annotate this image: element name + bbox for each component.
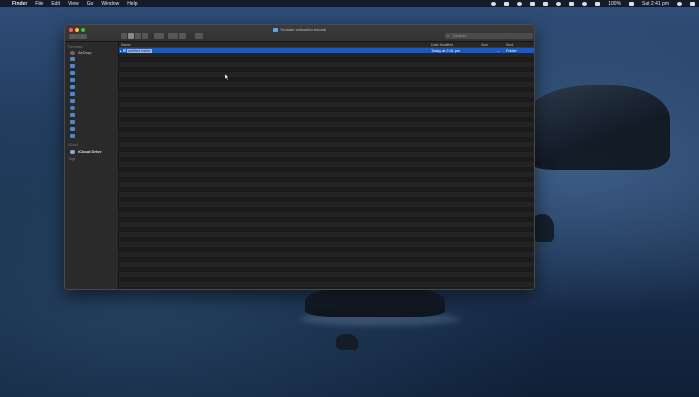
desktop-rock	[532, 214, 554, 242]
downloads-icon	[70, 106, 75, 110]
sidebar-item[interactable]	[70, 113, 75, 117]
column-kind[interactable]: Kind	[506, 43, 513, 47]
table-row[interactable]: ▸ untitled folder Today at 2:41 pm -- Fo…	[119, 48, 534, 53]
row-date: Today at 2:41 pm	[431, 48, 461, 53]
sidebar-item[interactable]	[70, 57, 75, 61]
sidebar-item[interactable]	[70, 134, 75, 138]
sidebar: Favorites AirDrop iCloud iCloud Drive Ta…	[65, 42, 119, 289]
forward-button[interactable]: ›	[78, 34, 87, 39]
sidebar-item-label: iCloud Drive	[78, 149, 102, 154]
list-view-button[interactable]	[128, 33, 134, 39]
menu-edit[interactable]: Edit	[51, 1, 60, 7]
folder-icon	[70, 134, 75, 138]
applications-icon	[70, 99, 75, 103]
sidebar-item[interactable]	[70, 127, 75, 131]
tags-group	[195, 33, 203, 39]
folder-icon	[70, 85, 75, 89]
menu-clock[interactable]: Sat 2:41 pm	[642, 1, 669, 7]
column-date-modified[interactable]: Date Modified	[431, 43, 453, 47]
control-center-icon[interactable]	[690, 1, 695, 6]
row-kind: Folder	[506, 48, 517, 53]
menu-go[interactable]: Go	[87, 1, 94, 7]
action-menu-button[interactable]	[168, 33, 178, 39]
sidebar-item[interactable]	[70, 78, 75, 82]
folder-icon	[70, 71, 75, 75]
back-button[interactable]: ‹	[69, 34, 78, 39]
column-size[interactable]: Size	[481, 43, 488, 47]
menu-view[interactable]: View	[68, 1, 79, 7]
window-title-text: Youtube videos/for tutorial	[279, 27, 327, 32]
view-mode-group	[121, 33, 148, 39]
icon-view-button[interactable]	[121, 33, 127, 39]
screen-time-icon[interactable]	[556, 1, 562, 6]
sidebar-item[interactable]	[70, 64, 75, 68]
status-app-icon[interactable]	[530, 1, 536, 6]
status-app-icon[interactable]	[517, 1, 523, 6]
folder-icon	[70, 127, 75, 131]
document-icon	[70, 92, 75, 96]
menu-window[interactable]: Window	[101, 1, 119, 7]
menu-bar: Finder File Edit View Go Window Help 100…	[0, 0, 699, 7]
disclosure-triangle-icon[interactable]: ▸	[120, 49, 122, 53]
file-list[interactable]: Name Date Modified Size Kind ▸ untitled …	[119, 42, 534, 289]
folder-icon	[70, 120, 75, 124]
sidebar-item-label: AirDrop	[78, 50, 92, 55]
folder-icon	[70, 57, 75, 61]
menu-app-name[interactable]: Finder	[12, 1, 27, 7]
filename-edit-field[interactable]: untitled folder	[127, 48, 152, 53]
airplay-icon[interactable]	[543, 1, 549, 6]
share-button[interactable]	[179, 33, 186, 39]
sidebar-item-airdrop[interactable]: AirDrop	[70, 50, 92, 55]
sidebar-item[interactable]	[70, 85, 75, 89]
status-app-icon[interactable]	[504, 1, 510, 6]
menu-help[interactable]: Help	[127, 1, 137, 7]
finder-window: Youtube videos/for tutorial ‹ › ⌕ Search…	[64, 24, 535, 290]
sidebar-item[interactable]	[70, 92, 75, 96]
sidebar-item[interactable]	[70, 106, 75, 110]
group-by-group	[154, 33, 164, 39]
battery-percent[interactable]: 100%	[608, 1, 621, 7]
status-app-icon[interactable]	[491, 1, 497, 6]
sidebar-icloud-header: iCloud	[68, 143, 78, 147]
gallery-view-button[interactable]	[142, 33, 148, 39]
column-view-button[interactable]	[135, 33, 141, 39]
sidebar-tags-header: Tags	[68, 157, 76, 161]
window-toolbar: Youtube videos/for tutorial ‹ › ⌕ Search	[65, 25, 534, 42]
wifi-icon[interactable]	[582, 1, 588, 6]
airdrop-icon	[70, 50, 75, 55]
search-icon: ⌕	[447, 33, 450, 38]
search-placeholder: Search	[453, 33, 466, 38]
sidebar-item-icloud-drive[interactable]: iCloud Drive	[70, 149, 102, 154]
column-name[interactable]: Name	[121, 43, 131, 47]
desktop-rock-small	[336, 334, 358, 350]
actions-group	[168, 33, 186, 39]
folder-icon	[272, 28, 278, 32]
folder-icon	[70, 113, 75, 117]
sidebar-favorites-header: Favorites	[68, 45, 83, 49]
folder-icon	[70, 64, 75, 68]
search-icon[interactable]	[677, 1, 682, 6]
menu-file[interactable]: File	[35, 1, 43, 7]
window-title: Youtube videos/for tutorial	[65, 27, 534, 32]
battery-icon[interactable]	[629, 1, 635, 6]
search-field[interactable]: ⌕ Search	[445, 33, 533, 39]
folder-icon	[70, 78, 75, 82]
desktop-island-rock	[520, 85, 670, 170]
sidebar-item[interactable]	[70, 99, 75, 103]
cloud-icon	[70, 149, 75, 154]
folder-icon	[122, 48, 126, 52]
volume-icon[interactable]	[595, 1, 601, 6]
tags-button[interactable]	[195, 33, 203, 39]
display-icon[interactable]	[569, 1, 575, 6]
sidebar-item[interactable]	[70, 120, 75, 124]
row-size: --	[497, 48, 500, 53]
sidebar-item[interactable]	[70, 71, 75, 75]
mouse-cursor-icon	[225, 74, 229, 80]
group-by-button[interactable]	[154, 33, 164, 39]
